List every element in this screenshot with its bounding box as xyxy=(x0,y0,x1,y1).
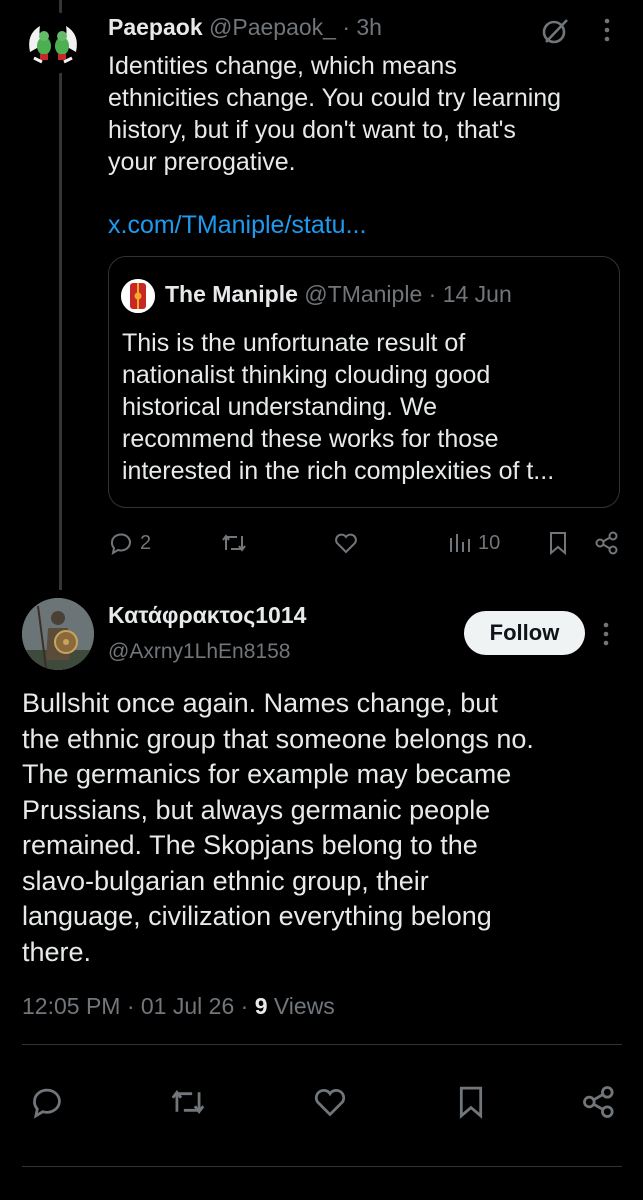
more-icon[interactable] xyxy=(599,620,613,648)
tweet-text-line: ethnicities change. You could try learni… xyxy=(108,84,562,112)
bookmark-icon xyxy=(459,1086,483,1119)
bookmark-button[interactable] xyxy=(454,1084,488,1120)
share-button[interactable] xyxy=(594,530,620,556)
quote-display-name: The Maniple xyxy=(165,281,298,307)
tweet-time[interactable]: · 3h xyxy=(342,14,382,40)
tweet-text-line: language, civilization everything belong xyxy=(22,901,492,931)
tweet-text-line: Prussians, but always germanic people xyxy=(22,794,491,825)
retweet-icon xyxy=(171,1090,205,1114)
tweet-header: Paepaok @Paepaok_ · 3h xyxy=(108,14,382,41)
share-icon xyxy=(595,531,618,555)
quote-text-line: recommend these works for those xyxy=(122,425,499,453)
share-icon xyxy=(583,1086,614,1118)
views-button[interactable]: 10 xyxy=(448,530,500,556)
retweet-button[interactable] xyxy=(220,530,248,556)
follow-button[interactable]: Follow xyxy=(464,611,585,655)
tweet-text-line: The germanics for example may became xyxy=(22,759,512,789)
views-count: 10 xyxy=(478,531,501,554)
quote-header: The Maniple @TManiple · 14 Jun xyxy=(165,281,512,308)
tweet-text-line: history, but if you don't want to, that'… xyxy=(108,116,516,144)
tweet-text-line: Identities change, which means xyxy=(108,52,457,80)
tweet-text: Identities change, which means ethniciti… xyxy=(108,50,628,178)
like-button[interactable] xyxy=(311,1084,349,1120)
user-handle[interactable]: @Paepaok_ xyxy=(209,14,336,40)
user-handle[interactable]: @Axrny1LhEn8158 xyxy=(108,640,290,664)
quote-text-line: interested in the rich complexities of t… xyxy=(122,457,555,485)
divider xyxy=(22,1044,622,1045)
reply-button[interactable] xyxy=(28,1084,66,1120)
retweet-button[interactable] xyxy=(168,1084,208,1120)
bookmark-icon xyxy=(550,532,566,556)
quote-text-line: historical understanding. We xyxy=(122,393,437,421)
tweet-text: Bullshit once again. Names change, but t… xyxy=(22,686,632,970)
tweet-text-line: there. xyxy=(22,936,92,967)
tweet-text-line: your prerogative. xyxy=(108,148,296,176)
tweet-link[interactable]: x.com/TManiple/statu... xyxy=(108,211,366,240)
quote-text-line: nationalist thinking clouding good xyxy=(122,361,491,389)
reply-icon xyxy=(33,1088,61,1119)
like-button[interactable] xyxy=(333,530,359,556)
timestamp-text: 12:05 PM · 01 Jul 26 · xyxy=(22,993,255,1019)
quote-text-line: This is the unfortunate result of xyxy=(122,329,466,357)
tweet-text-line: Bullshit once again. Names change, but xyxy=(22,688,498,718)
quote-time: · 14 Jun xyxy=(428,281,512,307)
reply-icon xyxy=(110,533,131,556)
avatar[interactable] xyxy=(22,12,84,74)
reply-button[interactable]: 2 xyxy=(108,530,151,556)
views-icon xyxy=(450,534,470,552)
more-icon[interactable] xyxy=(597,16,617,44)
grok-icon[interactable] xyxy=(540,16,570,46)
tweet-timestamp: 12:05 PM · 01 Jul 26 · 9 Views xyxy=(22,993,335,1020)
reply-count: 2 xyxy=(140,531,152,554)
retweet-icon xyxy=(222,534,246,552)
tweet-text-line: the ethnic group that someone belongs no… xyxy=(22,723,534,754)
quoted-tweet-card[interactable]: The Maniple @TManiple · 14 Jun This is t… xyxy=(108,256,620,508)
avatar-image-kataphraktos xyxy=(22,598,94,670)
like-icon xyxy=(335,533,357,554)
avatar[interactable] xyxy=(22,598,94,670)
views-count: 9 xyxy=(254,993,268,1019)
tweet-text-line: remained. The Skopjans belong to the xyxy=(22,830,478,860)
like-icon xyxy=(314,1089,346,1117)
quote-text: This is the unfortunate result of nation… xyxy=(122,327,612,487)
maniple-shield-icon xyxy=(121,279,155,313)
display-name[interactable]: Paepaok xyxy=(108,14,203,40)
tweet-text-line: slavo-bulgarian ethnic group, their xyxy=(22,865,429,896)
thread-connector-line xyxy=(59,0,62,590)
divider xyxy=(22,1166,622,1167)
display-name[interactable]: Κατάφρακτος1014 xyxy=(108,602,306,629)
bookmark-button[interactable] xyxy=(546,530,570,556)
share-button[interactable] xyxy=(580,1084,618,1120)
avatar-image-paepaok xyxy=(22,12,84,74)
quote-avatar xyxy=(121,279,155,313)
views-label[interactable]: Views xyxy=(267,993,335,1019)
quote-handle: @TManiple xyxy=(304,281,423,307)
